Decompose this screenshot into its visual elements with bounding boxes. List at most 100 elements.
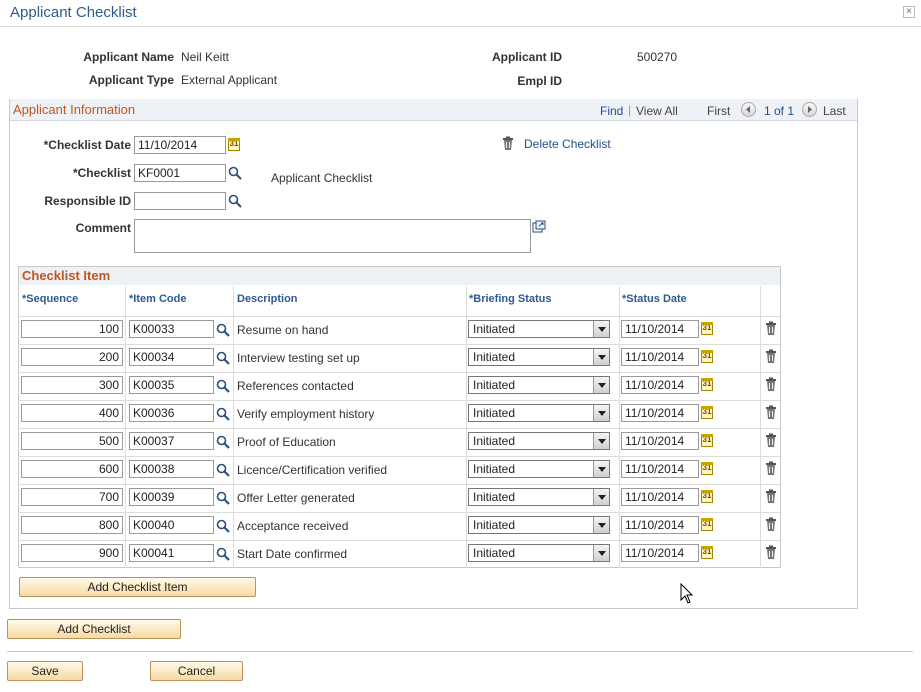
trash-icon[interactable] bbox=[765, 433, 777, 448]
item-description: Acceptance received bbox=[237, 519, 349, 533]
sequence-input[interactable] bbox=[21, 348, 123, 366]
trash-icon[interactable] bbox=[765, 349, 777, 364]
sequence-input[interactable] bbox=[21, 516, 123, 534]
sequence-input[interactable] bbox=[21, 544, 123, 562]
calendar-icon[interactable]: 31 bbox=[228, 138, 240, 151]
item-code-input[interactable] bbox=[129, 488, 214, 506]
briefing-status-value: Initiated bbox=[473, 518, 516, 532]
search-icon[interactable] bbox=[216, 351, 230, 365]
expand-icon[interactable] bbox=[532, 220, 546, 233]
chevron-down-icon[interactable] bbox=[593, 489, 609, 505]
chevron-down-icon[interactable] bbox=[593, 377, 609, 393]
status-date-input[interactable] bbox=[621, 320, 699, 338]
chevron-down-icon[interactable] bbox=[593, 517, 609, 533]
briefing-status-select[interactable]: Initiated bbox=[468, 516, 610, 534]
column-header-description[interactable]: Description bbox=[237, 293, 298, 305]
view-all-link[interactable]: View All bbox=[636, 104, 678, 118]
status-date-input[interactable] bbox=[621, 348, 699, 366]
search-icon[interactable] bbox=[228, 166, 242, 180]
chevron-down-icon[interactable] bbox=[593, 349, 609, 365]
briefing-status-select[interactable]: Initiated bbox=[468, 488, 610, 506]
add-checklist-item-button[interactable]: Add Checklist Item bbox=[19, 577, 256, 597]
status-date-input[interactable] bbox=[621, 404, 699, 422]
empl-id-label: Empl ID bbox=[517, 74, 562, 88]
status-date-input[interactable] bbox=[621, 432, 699, 450]
status-date-input[interactable] bbox=[621, 544, 699, 562]
comment-textarea[interactable] bbox=[134, 219, 531, 253]
calendar-icon[interactable]: 31 bbox=[701, 490, 713, 503]
calendar-icon[interactable]: 31 bbox=[701, 406, 713, 419]
trash-icon[interactable] bbox=[765, 461, 777, 476]
chevron-down-icon[interactable] bbox=[593, 461, 609, 477]
calendar-icon[interactable]: 31 bbox=[701, 350, 713, 363]
calendar-icon[interactable]: 31 bbox=[701, 378, 713, 391]
briefing-status-select[interactable]: Initiated bbox=[468, 404, 610, 422]
search-icon[interactable] bbox=[216, 519, 230, 533]
search-icon[interactable] bbox=[216, 547, 230, 561]
status-date-input[interactable] bbox=[621, 516, 699, 534]
item-code-input[interactable] bbox=[129, 376, 214, 394]
calendar-icon[interactable]: 31 bbox=[701, 518, 713, 531]
item-code-input[interactable] bbox=[129, 404, 214, 422]
column-header-sequence[interactable]: *Sequence bbox=[22, 293, 78, 305]
trash-icon[interactable] bbox=[765, 377, 777, 392]
checklist-date-input[interactable] bbox=[134, 136, 226, 154]
delete-checklist-link[interactable]: Delete Checklist bbox=[524, 137, 611, 151]
add-checklist-button[interactable]: Add Checklist bbox=[7, 619, 181, 639]
column-header-item-code[interactable]: *Item Code bbox=[129, 293, 186, 305]
column-header-status-date[interactable]: *Status Date bbox=[622, 293, 687, 305]
checklist-code-input[interactable] bbox=[134, 164, 226, 182]
status-date-input[interactable] bbox=[621, 488, 699, 506]
find-link[interactable]: Find bbox=[600, 104, 623, 118]
search-icon[interactable] bbox=[216, 435, 230, 449]
calendar-icon[interactable]: 31 bbox=[701, 462, 713, 475]
item-code-input[interactable] bbox=[129, 516, 214, 534]
trash-icon[interactable] bbox=[765, 405, 777, 420]
search-icon[interactable] bbox=[228, 194, 242, 208]
trash-icon[interactable] bbox=[765, 517, 777, 532]
item-code-input[interactable] bbox=[129, 460, 214, 478]
sequence-input[interactable] bbox=[21, 460, 123, 478]
calendar-icon[interactable]: 31 bbox=[701, 322, 713, 335]
search-icon[interactable] bbox=[216, 407, 230, 421]
cancel-button[interactable]: Cancel bbox=[150, 661, 243, 681]
chevron-down-icon[interactable] bbox=[593, 433, 609, 449]
briefing-status-select[interactable]: Initiated bbox=[468, 320, 610, 338]
item-code-input[interactable] bbox=[129, 544, 214, 562]
briefing-status-select[interactable]: Initiated bbox=[468, 376, 610, 394]
trash-icon[interactable] bbox=[765, 321, 777, 336]
briefing-status-select[interactable]: Initiated bbox=[468, 432, 610, 450]
responsible-id-input[interactable] bbox=[134, 192, 226, 210]
briefing-status-select[interactable]: Initiated bbox=[468, 544, 610, 562]
item-code-input[interactable] bbox=[129, 432, 214, 450]
close-icon[interactable]: × bbox=[903, 6, 915, 18]
search-icon[interactable] bbox=[216, 323, 230, 337]
sequence-input[interactable] bbox=[21, 320, 123, 338]
search-icon[interactable] bbox=[216, 463, 230, 477]
chevron-down-icon[interactable] bbox=[593, 405, 609, 421]
status-date-input[interactable] bbox=[621, 376, 699, 394]
briefing-status-select[interactable]: Initiated bbox=[468, 348, 610, 366]
sequence-input[interactable] bbox=[21, 376, 123, 394]
chevron-down-icon[interactable] bbox=[593, 545, 609, 561]
save-button[interactable]: Save bbox=[7, 661, 83, 681]
status-date-input[interactable] bbox=[621, 460, 699, 478]
item-code-input[interactable] bbox=[129, 320, 214, 338]
search-icon[interactable] bbox=[216, 491, 230, 505]
sequence-input[interactable] bbox=[21, 404, 123, 422]
item-code-input[interactable] bbox=[129, 348, 214, 366]
calendar-icon[interactable]: 31 bbox=[701, 434, 713, 447]
briefing-status-value: Initiated bbox=[473, 378, 516, 392]
trash-icon[interactable] bbox=[502, 136, 514, 151]
search-icon[interactable] bbox=[216, 379, 230, 393]
nav-last-icon[interactable] bbox=[802, 102, 817, 117]
nav-first-icon[interactable] bbox=[741, 102, 756, 117]
sequence-input[interactable] bbox=[21, 432, 123, 450]
column-header-briefing-status[interactable]: *Briefing Status bbox=[469, 293, 552, 305]
trash-icon[interactable] bbox=[765, 545, 777, 560]
calendar-icon[interactable]: 31 bbox=[701, 546, 713, 559]
sequence-input[interactable] bbox=[21, 488, 123, 506]
briefing-status-select[interactable]: Initiated bbox=[468, 460, 610, 478]
trash-icon[interactable] bbox=[765, 489, 777, 504]
chevron-down-icon[interactable] bbox=[593, 321, 609, 337]
